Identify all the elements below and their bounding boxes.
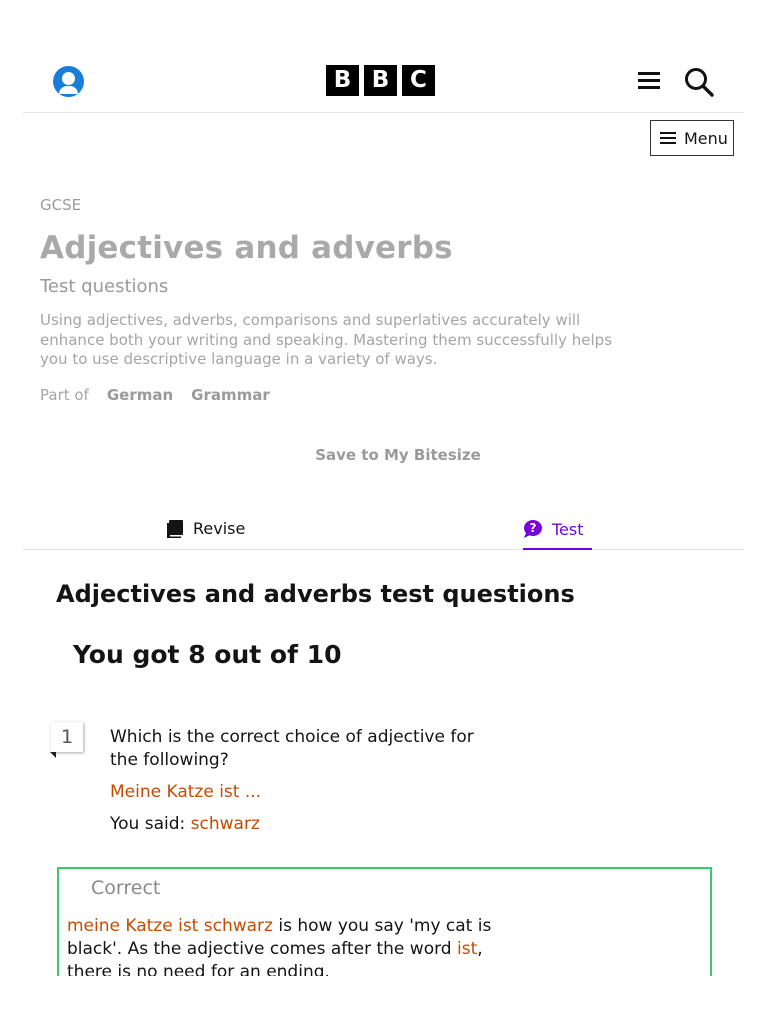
hero: GCSE Adjectives and adverbs Test questio… [40,196,640,404]
part-of-link-german[interactable]: German [107,386,173,404]
hamburger-icon[interactable] [638,72,660,90]
question-text: Which is the correct choice of adjective… [110,727,474,770]
score-text: You got 8 out of 10 [73,640,342,669]
part-of-label: Part of [40,385,89,404]
part-of-link-grammar[interactable]: Grammar [191,386,270,404]
question-body: Which is the correct choice of adjective… [110,726,500,836]
question-number-badge: 1 [51,722,83,752]
top-navigation-bar: B B C [23,48,744,113]
account-icon[interactable] [53,66,84,97]
breadcrumb-gcse[interactable]: GCSE [40,196,640,214]
part-of: Part of German Grammar [40,386,640,404]
page-description: Using adjectives, adverbs, comparisons a… [40,311,613,368]
tab-revise-label: Revise [193,519,246,538]
feedback-status: Correct [91,877,161,899]
badge-tail-icon [50,752,56,758]
page-title: Adjectives and adverbs [40,230,453,266]
page-frame: B B C Menu GCSE Adjectives and adverbs T… [23,48,744,976]
section-title: Adjectives and adverbs test questions [56,580,575,608]
menu-lines-icon [660,129,676,147]
menu-button-label: Menu [684,128,728,148]
book-icon [167,519,183,538]
feedback-keyword: ist [457,939,478,959]
logo-letter-c: C [402,65,435,96]
tab-bar: Revise ? Test [23,508,744,550]
answer-prefix: You said: [110,814,186,834]
tab-revise[interactable]: Revise [167,519,245,538]
page-subtitle: Test questions [40,276,169,297]
tab-test-label: Test [552,519,584,539]
logo-letter-b2: B [364,65,397,96]
feedback-phrase: meine Katze ist schwarz [67,916,273,936]
svg-text:?: ? [530,521,537,535]
search-icon[interactable] [683,66,715,98]
answer-value: schwarz [190,814,260,834]
tab-test[interactable]: ? Test [523,519,591,550]
question-icon: ? [524,520,542,538]
save-to-my-bitesize-button[interactable]: Save to My Bitesize [23,446,744,464]
bbc-logo[interactable]: B B C [326,65,435,96]
your-answer: You said: schwarz [110,813,500,836]
logo-letter-b1: B [326,65,359,96]
question-example: Meine Katze ist ... [110,782,262,802]
feedback-explanation: meine Katze ist schwarz is how you say '… [67,915,497,976]
menu-button[interactable]: Menu [650,120,734,156]
feedback-box: Correct meine Katze ist schwarz is how y… [57,867,712,976]
